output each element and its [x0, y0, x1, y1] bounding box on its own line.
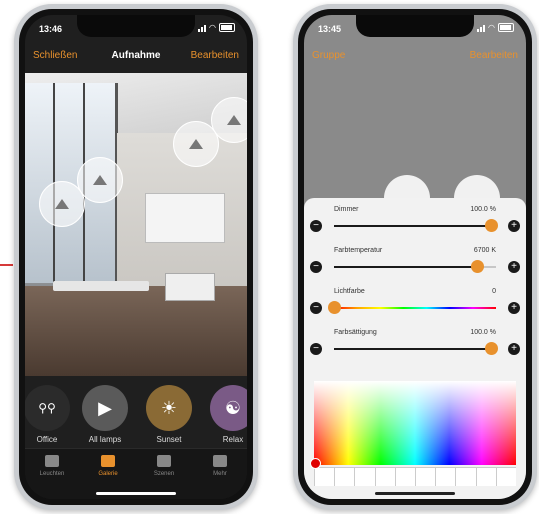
scene-play-icon: ▶	[82, 385, 128, 431]
color-swatch[interactable]	[374, 468, 395, 486]
scene-label: Relax	[222, 435, 244, 444]
scenes-icon	[157, 455, 171, 467]
color-picker-cursor[interactable]	[310, 458, 321, 469]
color-swatch[interactable]	[455, 468, 476, 486]
more-icon	[213, 455, 227, 467]
plus-icon[interactable]: +	[508, 261, 520, 273]
nav-bar: Gruppe Bearbeiten	[304, 41, 526, 71]
group-button[interactable]: Gruppe	[312, 50, 345, 61]
color-swatch[interactable]	[314, 468, 335, 486]
home-indicator	[96, 492, 176, 495]
capture-screen: 13:46 ◠ Schließen Aufnahme Bearbeiten ⚲⚲…	[25, 15, 247, 499]
edit-button[interactable]: Bearbeiten	[470, 50, 518, 61]
color-swatch[interactable]	[415, 468, 436, 486]
scene-carousel: ⚲⚲ Office ▶ All lamps ☀ Sunset ☯ Relax	[25, 379, 247, 455]
slider-row: Farbsättigung 100.0 % − +	[304, 329, 526, 367]
minus-icon[interactable]: −	[310, 343, 322, 355]
sun-icon: ☀	[146, 385, 192, 431]
slider-value: 100.0 %	[470, 206, 496, 213]
slider-knob[interactable]	[485, 219, 499, 232]
room-photo	[25, 73, 247, 376]
color-swatch[interactable]	[475, 468, 496, 486]
phone-right: 13:45 ◠ Gruppe Bearbeiten Dimmer 100.0 % −…	[293, 4, 537, 510]
scene-all-lamps[interactable]: ▶ All lamps	[81, 385, 129, 444]
color-swatch[interactable]	[354, 468, 375, 486]
light-control-screen: 13:45 ◠ Gruppe Bearbeiten Dimmer 100.0 % −…	[304, 15, 526, 499]
tab-szenen[interactable]: Szenen	[139, 455, 189, 477]
nav-bar: Schließen Aufnahme Bearbeiten	[25, 41, 247, 71]
slider-label: Farbtemperatur	[334, 247, 383, 254]
notch	[77, 15, 195, 37]
plus-icon[interactable]: +	[508, 343, 520, 355]
slider-knob[interactable]	[485, 342, 499, 355]
slider-value: 6700 K	[473, 247, 496, 254]
wifi-icon: ◠	[488, 23, 495, 32]
slider-track[interactable]	[334, 260, 496, 273]
tab-mehr[interactable]: Mehr	[195, 455, 245, 477]
slider-row: Lichtfarbe 0 − +	[304, 288, 526, 326]
color-swatch[interactable]	[394, 468, 416, 486]
minus-icon[interactable]: −	[310, 302, 322, 314]
tab-bar: Leuchten Galerie Szenen Mehr	[25, 448, 247, 499]
color-swatch[interactable]	[435, 468, 456, 486]
color-swatches	[314, 467, 517, 486]
tab-galerie[interactable]: Galerie	[83, 455, 133, 477]
slider-value: 100.0 %	[470, 329, 496, 336]
light-settings-sheet: Dimmer 100.0 % − + Farbtemperatur 6700 K − + Lic…	[304, 198, 526, 499]
lamp-icon	[45, 455, 59, 467]
home-indicator	[375, 492, 455, 495]
scene-label: All lamps	[88, 435, 122, 444]
notch	[356, 15, 474, 37]
color-swatch[interactable]	[334, 468, 355, 486]
slider-track[interactable]	[334, 219, 499, 232]
signal-icon	[477, 24, 486, 32]
battery-icon	[219, 23, 235, 32]
slider-track[interactable]	[334, 342, 499, 355]
scene-label: Sunset	[156, 435, 182, 444]
phone-left: 13:46 ◠ Schließen Aufnahme Bearbeiten ⚲⚲…	[14, 4, 258, 510]
red-indicator-line	[0, 264, 13, 266]
gallery-icon	[101, 455, 115, 467]
slider-label: Dimmer	[334, 206, 359, 213]
bulbs-icon: ⚲⚲	[25, 385, 70, 431]
battery-icon	[498, 23, 514, 32]
color-swatch[interactable]	[495, 468, 517, 486]
slider-knob[interactable]	[470, 260, 484, 273]
scene-label: Office	[36, 435, 58, 444]
minus-icon[interactable]: −	[310, 220, 322, 232]
edit-button[interactable]: Bearbeiten	[191, 50, 239, 61]
slider-label: Lichtfarbe	[334, 288, 365, 295]
plus-icon[interactable]: +	[508, 302, 520, 314]
minus-icon[interactable]: −	[310, 261, 322, 273]
scene-sunset[interactable]: ☀ Sunset	[145, 385, 193, 444]
scene-office[interactable]: ⚲⚲ Office	[25, 385, 71, 444]
color-picker[interactable]	[310, 381, 516, 469]
yin-yang-icon: ☯	[210, 385, 247, 431]
slider-knob[interactable]	[328, 301, 341, 314]
slider-row: Farbtemperatur 6700 K − +	[304, 247, 526, 285]
slider-value: 0	[492, 288, 496, 295]
wifi-icon: ◠	[209, 23, 216, 32]
plus-icon[interactable]: +	[508, 220, 520, 232]
scene-relax[interactable]: ☯ Relax	[209, 385, 247, 444]
signal-icon	[198, 24, 207, 32]
lamp-marker[interactable]	[77, 157, 123, 203]
slider-track[interactable]	[328, 301, 496, 314]
slider-row: Dimmer 100.0 % − +	[304, 206, 526, 244]
slider-label: Farbsättigung	[334, 329, 377, 336]
status-time: 13:45	[318, 24, 342, 34]
status-time: 13:46	[39, 24, 63, 34]
tab-leuchten[interactable]: Leuchten	[27, 455, 77, 477]
